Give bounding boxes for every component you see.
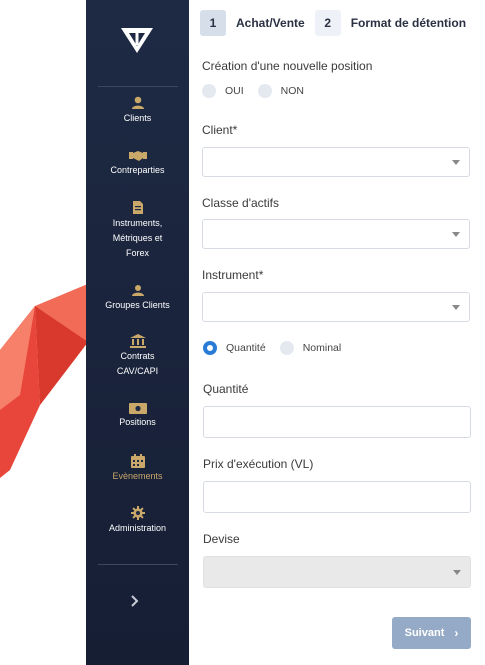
step-1-label[interactable]: Achat/Vente xyxy=(236,16,305,30)
non-radio[interactable] xyxy=(257,84,272,98)
instrument-label: Instrument* xyxy=(202,268,264,282)
quantity-label: Quantité xyxy=(203,382,249,396)
bank-icon xyxy=(129,334,146,348)
money-icon xyxy=(128,403,147,414)
sidebar-item-label: Clients xyxy=(123,113,152,123)
sidebar-item-positions[interactable]: Positions xyxy=(86,403,189,430)
sidebar-item-instruments[interactable]: Instruments, Métriques et Forex xyxy=(86,200,189,261)
chevron-down-icon xyxy=(452,232,460,237)
currency-label: Devise xyxy=(203,532,240,546)
sidebar-item-contreparties[interactable]: Contreparties xyxy=(86,150,189,178)
stepper: 1 Achat/Vente 2 Format de détention xyxy=(200,10,476,36)
sidebar-item-label: Contrats CAV/CAPI xyxy=(116,351,159,376)
client-label: Client* xyxy=(202,123,238,137)
chevron-right-icon: › xyxy=(454,626,459,640)
asset-class-select[interactable] xyxy=(202,219,470,249)
asset-class-label: Classe d'actifs xyxy=(202,196,279,210)
sidebar-item-label: Instruments, Métriques et Forex xyxy=(112,218,163,258)
oui-radio-label: OUI xyxy=(225,85,244,97)
main-panel: 1 Achat/Vente 2 Format de détention Créa… xyxy=(189,0,485,665)
next-button-label: Suivant xyxy=(404,627,445,639)
new-position-label: Création d'une nouvelle position xyxy=(202,59,373,73)
quantite-radio-label: Quantité xyxy=(226,342,266,354)
sidebar: Clients Contreparties Instruments, Métri… xyxy=(86,0,189,665)
sidebar-item-label: Positions xyxy=(119,417,156,427)
quantite-radio[interactable] xyxy=(203,341,217,355)
price-label: Prix d'exécution (VL) xyxy=(203,457,314,471)
document-icon xyxy=(132,201,143,214)
sidebar-item-groupes-clients[interactable]: Groupes Clients xyxy=(86,284,189,313)
instrument-select[interactable] xyxy=(202,292,470,322)
new-position-radio-group: OUI NON xyxy=(202,84,304,98)
price-input[interactable] xyxy=(203,481,471,513)
calendar-icon xyxy=(130,454,145,468)
step-1-number[interactable]: 1 xyxy=(200,10,226,36)
chevron-right-icon[interactable] xyxy=(130,594,140,612)
quantity-type-radio-group: Quantité Nominal xyxy=(203,341,341,355)
sidebar-item-evenements[interactable]: Evènements xyxy=(86,454,189,484)
chevron-down-icon xyxy=(452,305,460,310)
gear-icon xyxy=(130,506,145,520)
users-icon xyxy=(131,285,144,296)
chevron-down-icon xyxy=(453,570,461,575)
step-2-number[interactable]: 2 xyxy=(314,10,341,36)
sidebar-divider xyxy=(98,564,178,565)
sidebar-item-label: Administration xyxy=(108,523,167,533)
chevron-down-icon xyxy=(452,160,460,165)
user-icon xyxy=(131,96,144,109)
oui-radio[interactable] xyxy=(202,84,216,98)
sidebar-item-clients[interactable]: Clients xyxy=(86,96,189,126)
nominal-radio-label: Nominal xyxy=(302,342,342,354)
sidebar-item-contrats[interactable]: Contrats CAV/CAPI xyxy=(86,334,189,379)
sidebar-item-label: Evènements xyxy=(112,471,163,481)
sidebar-item-administration[interactable]: Administration xyxy=(86,506,189,536)
handshake-icon xyxy=(128,151,147,161)
step-2-label[interactable]: Format de détention xyxy=(351,16,466,30)
next-button[interactable]: Suivant › xyxy=(392,617,471,649)
currency-select[interactable] xyxy=(203,556,471,588)
logo-icon xyxy=(120,26,154,59)
nominal-radio[interactable] xyxy=(279,341,294,355)
quantity-input[interactable] xyxy=(203,406,471,438)
non-radio-label: NON xyxy=(280,85,305,97)
sidebar-item-label: Contreparties xyxy=(110,165,165,175)
sidebar-item-label: Groupes Clients xyxy=(105,300,170,310)
client-select[interactable] xyxy=(202,147,470,177)
sidebar-divider xyxy=(98,86,178,87)
